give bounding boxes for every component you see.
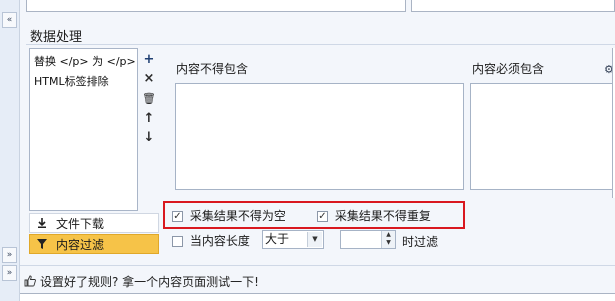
spinner-buttons[interactable]: ▲ ▼ (381, 231, 395, 248)
top-field-right[interactable] (411, 0, 615, 12)
hint-text: 设置好了规则? 拿一个内容页面测试一下! (40, 275, 259, 289)
length-operator-value: 大于 (265, 232, 290, 246)
download-icon (34, 215, 50, 235)
require-textarea[interactable] (470, 83, 615, 190)
length-label: 当内容长度 (189, 234, 250, 248)
rule-toolbar: + × 🗑 ↑ ↓ (139, 48, 159, 211)
move-up-icon[interactable]: ↑ (142, 111, 156, 127)
require-label: 内容必须包含 (472, 62, 545, 76)
rule-list[interactable]: 替换 </p> 为 </p> HTML标签排除 (29, 48, 138, 211)
section-title: 数据处理 (30, 30, 83, 45)
bottom-divider (20, 265, 615, 266)
spin-down-icon[interactable]: ▼ (382, 239, 395, 247)
add-rule-icon[interactable]: + (142, 52, 156, 68)
length-checkbox[interactable] (172, 236, 183, 247)
left-strip: « » » (0, 0, 20, 301)
length-operator-select[interactable]: 大于 ▼ (262, 230, 324, 249)
menu-item-content-filter[interactable]: 内容过滤 (29, 234, 159, 254)
expand-down-button-2[interactable]: » (2, 265, 17, 281)
exclude-label: 内容不得包含 (176, 62, 249, 76)
option-no-duplicate[interactable]: ✓ 采集结果不得重复 (317, 207, 431, 224)
rule-item-replace[interactable]: 替换 </p> 为 </p> (34, 53, 136, 69)
delete-rule-icon[interactable]: × (142, 71, 156, 87)
filter-icon (34, 236, 50, 256)
section-divider (26, 44, 615, 45)
not-empty-label: 采集结果不得为空 (189, 209, 286, 223)
chevron-down-icon[interactable]: ▼ (307, 232, 322, 247)
expand-down-button[interactable]: » (2, 247, 17, 263)
no-duplicate-checkbox[interactable]: ✓ (317, 211, 328, 222)
menu-filter-label: 内容过滤 (56, 238, 105, 252)
option-not-empty[interactable]: ✓ 采集结果不得为空 (172, 207, 286, 224)
no-duplicate-label: 采集结果不得重复 (334, 209, 431, 223)
thumbs-up-icon (24, 275, 36, 290)
test-hint: 设置好了规则? 拿一个内容页面测试一下! (24, 273, 259, 290)
length-suffix: 时过滤 (402, 235, 439, 249)
exclude-textarea[interactable] (175, 83, 464, 190)
spin-up-icon[interactable]: ▲ (382, 231, 395, 239)
top-field-left[interactable] (26, 0, 406, 12)
length-value-spinner[interactable]: ▲ ▼ (340, 230, 396, 249)
not-empty-checkbox[interactable]: ✓ (172, 211, 183, 222)
move-down-icon[interactable]: ↓ (142, 130, 156, 146)
option-length[interactable]: 当内容长度 (172, 232, 250, 249)
menu-item-file-download[interactable]: 文件下载 (29, 213, 159, 233)
test-url-field[interactable] (20, 293, 615, 301)
menu-download-label: 文件下载 (56, 217, 105, 231)
collapse-up-button[interactable]: « (2, 12, 17, 28)
trash-icon[interactable]: 🗑 (142, 91, 156, 107)
rule-item-html-exclude[interactable]: HTML标签排除 (34, 73, 109, 89)
